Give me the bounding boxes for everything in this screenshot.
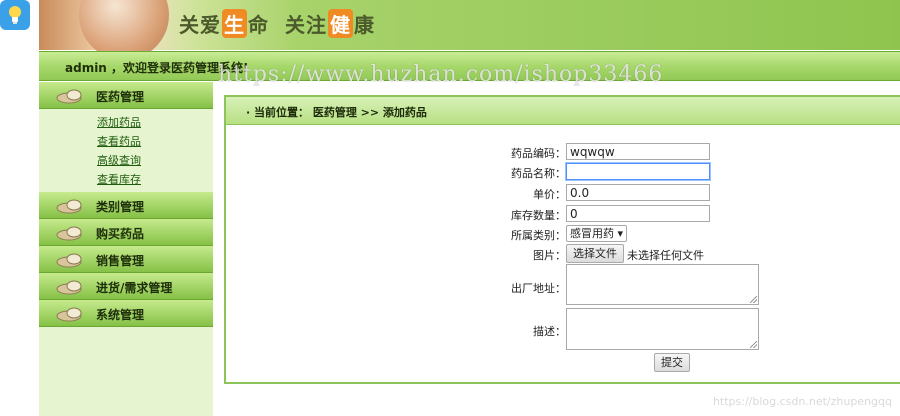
sidebar-header-stock-demand[interactable]: 进货/需求管理 [39,273,213,300]
code-label: 药品编码： [511,147,566,160]
sidebar-item-advanced-search[interactable]: 高级查询 [39,151,213,170]
sidebar-header-purchase[interactable]: 购买药品 [39,219,213,246]
stock-input[interactable] [566,205,710,222]
sidebar-header-sales[interactable]: 销售管理 [39,246,213,273]
sidebar-item-add-medicine[interactable]: 添加药品 [39,113,213,132]
slogan-text: 关注 [285,13,327,37]
sidebar-header-label: 进货/需求管理 [96,281,173,295]
origin-label: 出厂地址： [511,282,566,295]
capsule-icon [56,89,82,104]
code-input[interactable] [566,143,710,160]
sidebar-header-label: 系统管理 [96,308,145,322]
origin-textarea[interactable] [566,264,759,305]
capsule-icon [56,280,82,295]
resize-grip-icon[interactable] [750,296,757,303]
sidebar-header-category[interactable]: 类别管理 [39,192,213,219]
sidebar-item-view-stock[interactable]: 查看库存 [39,170,213,189]
capsule-icon [56,199,82,214]
sidebar-header-label: 销售管理 [96,254,145,268]
sidebar-header-label: 购买药品 [96,227,145,241]
capsule-icon [56,253,82,268]
slogan-text: 关爱 [179,13,221,37]
image-label: 图片： [533,249,566,262]
lightbulb-app-icon[interactable] [0,0,30,30]
choose-file-button[interactable]: 选择文件 [566,244,624,263]
submit-button[interactable]: 提交 [654,353,690,372]
breadcrumb: · 当前位置： 医药管理 >> 添加药品 [246,106,427,119]
sidebar-item-view-medicine[interactable]: 查看药品 [39,132,213,151]
sidebar-header-label: 类别管理 [96,200,145,214]
header-banner: 关爱生命关注健康 [39,0,900,60]
page: 关爱生命关注健康 admin ，欢迎登录医药管理系统! 医药管理 添加药品 查看… [0,0,900,416]
description-textarea[interactable] [566,308,759,350]
sidebar: 医药管理 添加药品 查看药品 高级查询 查看库存 类别管理 购买药品 销售管理 … [39,82,213,416]
stock-label: 库存数量： [511,209,566,222]
corner-watermark: https://blog.csdn.net/zhupengqq [712,395,892,408]
lightbulb-icon [9,6,21,24]
category-select[interactable]: 感冒用药 ▾ [566,225,628,242]
breadcrumb-bar: · 当前位置： 医药管理 >> 添加药品 [226,97,900,125]
name-label: 药品名称： [511,167,566,180]
sidebar-header-label: 医药管理 [96,90,145,104]
sidebar-submenu-medicine: 添加药品 查看药品 高级查询 查看库存 [39,109,213,192]
sidebar-header-medicine[interactable]: 医药管理 [39,82,213,109]
slogan-highlight: 健 [328,9,353,38]
slogan-highlight: 生 [222,9,247,38]
no-file-text: 未选择任何文件 [627,249,704,262]
banner-slogan: 关爱生命关注健康 [179,9,375,38]
name-input[interactable] [566,163,710,180]
slogan-text: 命 [248,13,269,37]
category-label: 所属类别： [511,229,566,242]
capsule-icon [56,226,82,241]
slogan-text: 康 [354,13,375,37]
price-label: 单价： [533,188,566,201]
resize-grip-icon[interactable] [750,341,757,348]
sidebar-header-system[interactable]: 系统管理 [39,300,213,327]
sidebar-section-medicine: 医药管理 添加药品 查看药品 高级查询 查看库存 [39,82,213,192]
price-input[interactable] [566,184,710,201]
capsule-icon [56,307,82,322]
watermark-text: https://www.huzhan.com/ishop33466 [218,62,664,87]
main-panel: · 当前位置： 医药管理 >> 添加药品 药品编码： 药品名称： 单价： 库存数… [224,95,900,384]
desc-label: 描述： [533,325,566,338]
